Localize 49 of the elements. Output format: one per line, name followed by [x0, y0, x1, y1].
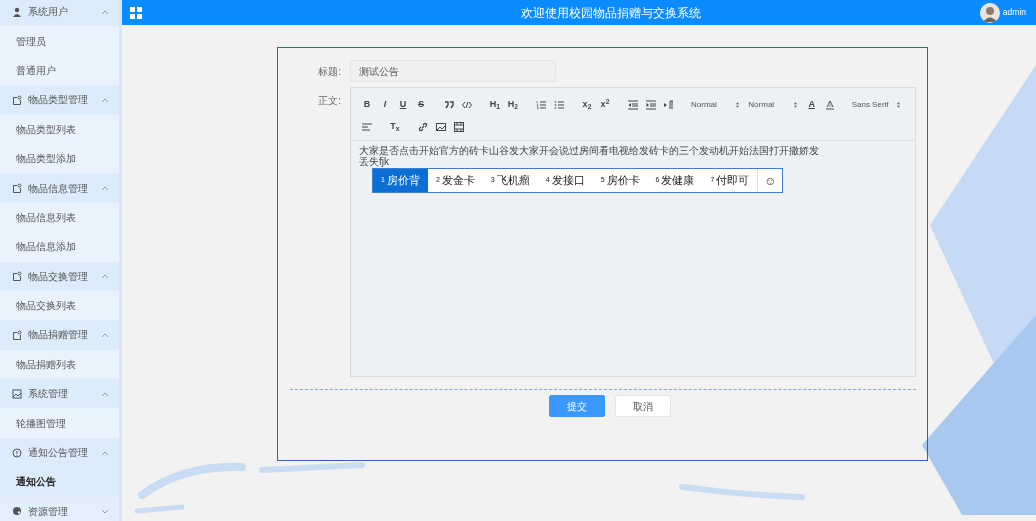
sidebar-group[interactable]: 系统管理	[0, 379, 119, 409]
caret-icon	[101, 273, 109, 280]
sidebar-group[interactable]: 物品类型管理	[0, 85, 119, 115]
field-label: 标题:	[317, 64, 342, 79]
sort-caret-icon	[896, 101, 901, 109]
format-button[interactable]: B	[359, 96, 375, 114]
sidebar-group[interactable]: 系统用户	[0, 0, 119, 27]
header-title: 欢迎使用校园物品捐赠与交换系统	[520, 4, 702, 22]
format-button[interactable]: x$^{2}$	[597, 96, 613, 114]
user-avatar[interactable]	[980, 2, 1001, 23]
sidebar-group[interactable]: 通知公告管理	[0, 437, 119, 468]
format-button[interactable]: x$_{2}$	[579, 96, 595, 114]
format-button[interactable]: H$_{2}$	[505, 96, 521, 114]
caret-icon	[101, 96, 109, 103]
document-icon	[12, 94, 22, 105]
format-button[interactable]: A	[803, 96, 820, 114]
caret-icon	[101, 8, 109, 15]
document-icon	[12, 183, 22, 194]
document-icon	[12, 271, 22, 282]
caret-icon	[101, 508, 109, 515]
toolbar-select[interactable]: Normal	[689, 96, 743, 114]
toolbar-select[interactable]: Sans Serif	[849, 96, 903, 114]
paragraph-text: 丢失fjk	[359, 156, 389, 167]
user-icon	[12, 6, 22, 17]
format-button[interactable]: H$_{1}$	[487, 96, 503, 114]
title-input[interactable]: 测试公告	[350, 60, 556, 82]
caret-icon	[101, 390, 109, 397]
field-label: 正文:	[317, 94, 342, 108]
info-icon	[12, 447, 22, 458]
format-button[interactable]: T$_{x}$	[387, 118, 403, 136]
image-icon	[12, 388, 22, 399]
sort-caret-icon	[735, 101, 741, 109]
palette-icon	[12, 506, 22, 517]
caret-icon	[101, 332, 109, 338]
sidebar-group[interactable]: 物品交换管理	[0, 261, 119, 291]
sidebar-group[interactable]: 物品信息管理	[0, 173, 119, 203]
sidebar-group[interactable]: 物品捐赠管理	[0, 320, 119, 350]
caret-icon	[101, 449, 109, 456]
paragraph-text: 大家是否点击开始官方的砖卡山谷发大家开会说过房间看电视给发砖卡的三个发动机开始法国打开撒娇发	[359, 145, 820, 156]
format-button[interactable]: S	[413, 96, 429, 114]
document-icon	[12, 330, 22, 340]
grid-menu-icon[interactable]	[130, 6, 142, 19]
cancel-button[interactable]: 取消	[615, 395, 671, 417]
toolbar-select[interactable]: Normal	[746, 96, 800, 114]
caret-icon	[101, 185, 109, 192]
sort-caret-icon	[792, 101, 798, 109]
sidebar-item[interactable]: 通知公告	[0, 467, 119, 497]
format-button[interactable]: U	[395, 96, 411, 114]
format-button[interactable]: I	[377, 96, 393, 114]
